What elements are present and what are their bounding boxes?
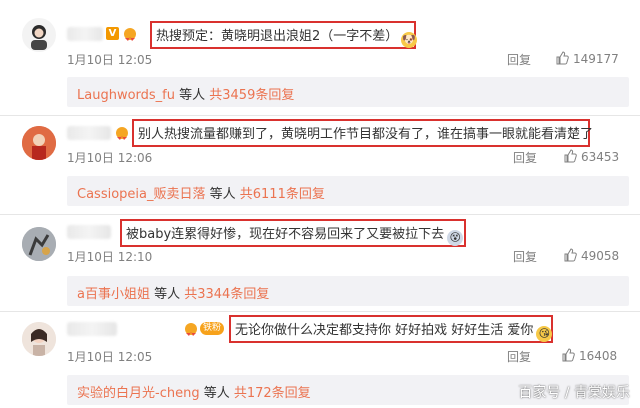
comment-text-highlight: 无论你做什么决定都支持你 好好拍戏 好好生活 爱你 😘 bbox=[229, 315, 553, 343]
total-replies-link[interactable]: 共3344条回复 bbox=[184, 287, 269, 302]
etc-label: 等人 bbox=[199, 386, 234, 401]
ribbon-icon bbox=[116, 127, 128, 140]
thumbs-up-icon bbox=[564, 248, 577, 262]
total-replies-link[interactable]: 共6111条回复 bbox=[240, 187, 325, 202]
like-button[interactable]: 149177 bbox=[555, 51, 619, 66]
reply-user-link[interactable]: Laughwords_fu bbox=[77, 88, 175, 103]
timestamp: 1月10日 12:05 bbox=[67, 350, 153, 364]
reply-button[interactable]: 回复 bbox=[513, 149, 537, 166]
reply-button[interactable]: 回复 bbox=[513, 248, 537, 265]
etc-label: 等人 bbox=[174, 88, 210, 103]
thumbs-up-icon bbox=[556, 51, 569, 65]
avatar[interactable] bbox=[22, 18, 56, 52]
comment-text: 无论你做什么决定都支持你 好好拍戏 好好生活 爱你 bbox=[235, 323, 534, 338]
fan-badge: 铁粉 bbox=[200, 322, 225, 335]
comment-text: 热搜预定：黄晓明退出浪姐2（一字不差） bbox=[156, 29, 399, 44]
ribbon-icon bbox=[124, 28, 136, 41]
verified-badge: V bbox=[106, 27, 119, 40]
comment-2: 别人热搜流量都赚到了，黄晓明工作节目都没有了，谁在搞事一眼就能看清楚了 1月10… bbox=[0, 116, 640, 216]
watermark: 百家号 / 青棠娱乐 bbox=[518, 385, 630, 401]
like-button[interactable]: 63453 bbox=[563, 149, 619, 164]
avatar[interactable] bbox=[22, 227, 56, 261]
comment-text-highlight: 被baby连累得好惨，现在好不容易回来了又要被拉下去 😵 bbox=[120, 219, 466, 247]
username-blurred[interactable] bbox=[67, 322, 117, 336]
like-button[interactable]: 16408 bbox=[561, 348, 617, 363]
total-replies-link[interactable]: 共172条回复 bbox=[234, 386, 311, 401]
reply-user-link[interactable]: a百事小姐姐 bbox=[77, 287, 150, 302]
etc-label: 等人 bbox=[205, 187, 240, 202]
kiss-emoji-icon: 😘 bbox=[536, 326, 553, 342]
comment-text: 被baby连累得好惨，现在好不容易回来了又要被拉下去 bbox=[126, 227, 445, 242]
username-blurred[interactable] bbox=[67, 126, 111, 140]
like-count: 16408 bbox=[579, 349, 618, 363]
like-count: 149177 bbox=[573, 52, 619, 66]
comment-text-highlight: 热搜预定：黄晓明退出浪姐2（一字不差） 🐶 bbox=[150, 21, 418, 49]
thumbs-up-icon bbox=[562, 348, 575, 362]
ribbon-icon bbox=[185, 323, 197, 336]
replies-bar[interactable]: a百事小姐姐 等人 共3344条回复 bbox=[67, 276, 629, 306]
doge-emoji-icon: 🐶 bbox=[401, 32, 418, 48]
username-blurred[interactable] bbox=[67, 225, 111, 239]
like-button[interactable]: 49058 bbox=[563, 248, 619, 263]
like-count: 63453 bbox=[581, 150, 620, 164]
comment-3: 被baby连累得好惨，现在好不容易回来了又要被拉下去 😵 1月10日 12:10 … bbox=[0, 215, 640, 311]
comment-text: 别人热搜流量都赚到了，黄晓明工作节目都没有了，谁在搞事一眼就能看清楚了 bbox=[138, 127, 594, 142]
timestamp: 1月10日 12:06 bbox=[67, 151, 153, 165]
avatar[interactable] bbox=[22, 126, 56, 160]
username-blurred[interactable] bbox=[67, 27, 103, 41]
like-count: 49058 bbox=[581, 249, 620, 263]
timestamp: 1月10日 12:10 bbox=[67, 250, 153, 264]
comment-text-highlight: 别人热搜流量都赚到了，黄晓明工作节目都没有了，谁在搞事一眼就能看清楚了 bbox=[132, 119, 594, 147]
timestamp: 1月10日 12:05 bbox=[67, 53, 153, 67]
reply-button[interactable]: 回复 bbox=[507, 51, 531, 68]
replies-bar[interactable]: Laughwords_fu 等人 共3459条回复 bbox=[67, 77, 629, 107]
thumbs-up-icon bbox=[564, 149, 577, 163]
total-replies-link[interactable]: 共3459条回复 bbox=[209, 88, 294, 103]
reply-user-link[interactable]: Cassiopeia_贩卖日落 bbox=[77, 187, 205, 202]
avatar[interactable] bbox=[22, 322, 56, 356]
replies-bar[interactable]: Cassiopeia_贩卖日落 等人 共6111条回复 bbox=[67, 176, 629, 206]
comment-1: V 热搜预定：黄晓明退出浪姐2（一字不差） 🐶 1月10日 12:05 回复 14… bbox=[0, 0, 640, 107]
reply-user-link[interactable]: 实验的白月光-cheng bbox=[77, 386, 200, 401]
crying-emoji-icon: 😵 bbox=[447, 230, 464, 246]
reply-button[interactable]: 回复 bbox=[507, 348, 531, 365]
etc-label: 等人 bbox=[149, 287, 185, 302]
